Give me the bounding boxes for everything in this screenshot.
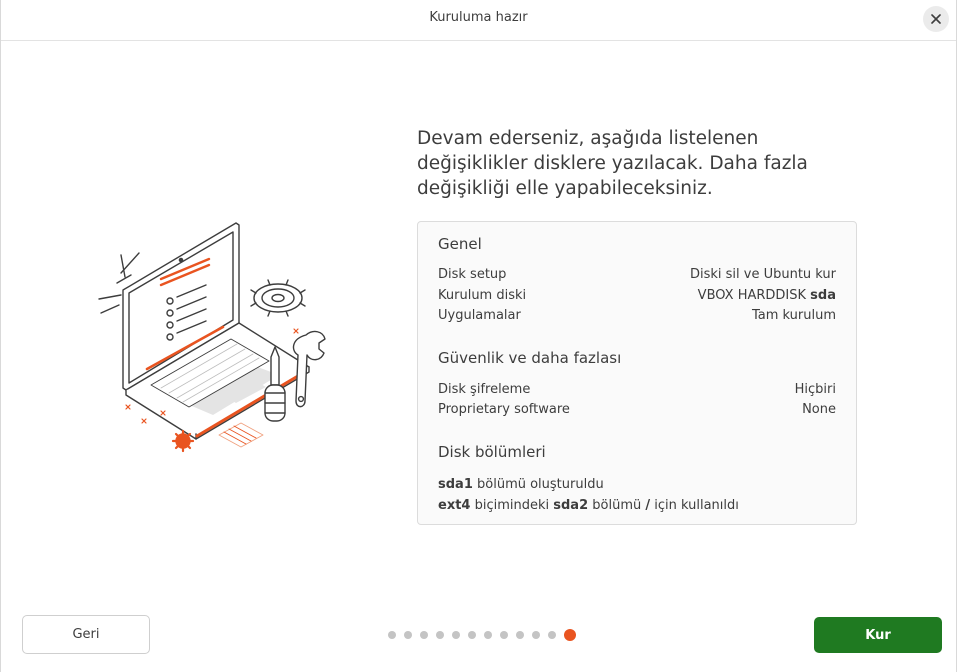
installation-summary: Genel Disk setup Diski sil ve Ubuntu kur… xyxy=(417,221,857,525)
step-dot xyxy=(388,631,396,639)
row-value: Hiçbiri xyxy=(794,382,836,397)
back-button[interactable]: Geri xyxy=(22,615,150,654)
summary-row-disk-encryption: Disk şifreleme Hiçbiri xyxy=(438,382,836,402)
header-bar: Kuruluma hazır xyxy=(1,0,956,41)
hatch-pad xyxy=(218,422,264,448)
close-icon xyxy=(931,14,941,24)
step-dot xyxy=(436,631,444,639)
partition-text: biçimindeki xyxy=(470,498,554,513)
step-dot xyxy=(484,631,492,639)
partition-line-1: sda1 bölümü oluşturuldu xyxy=(438,477,604,492)
step-dot xyxy=(548,631,556,639)
close-button[interactable] xyxy=(923,6,949,32)
disk-model: VBOX HARDDISK xyxy=(697,288,811,303)
partition-text: için kullanıldı xyxy=(650,498,739,513)
row-value: VBOX HARDDISK sda xyxy=(698,288,836,303)
row-label: Kurulum diski xyxy=(438,288,527,303)
step-dot xyxy=(516,631,524,639)
partition-name: sda2 xyxy=(553,498,589,513)
row-value: Tam kurulum xyxy=(751,308,836,323)
step-dot xyxy=(500,631,508,639)
step-dot xyxy=(532,631,540,639)
row-label: Disk setup xyxy=(438,267,507,282)
install-button[interactable]: Kur xyxy=(814,617,942,653)
step-dot xyxy=(404,631,412,639)
step-dot xyxy=(468,631,476,639)
disk-device: sda xyxy=(810,288,836,303)
step-dot-current xyxy=(564,629,576,641)
step-dot xyxy=(420,631,428,639)
small-gear xyxy=(171,429,195,453)
summary-row-applications: Uygulamalar Tam kurulum xyxy=(438,308,836,328)
step-dot xyxy=(452,631,460,639)
filesystem-type: ext4 xyxy=(438,498,471,513)
summary-row-disk-setup: Disk setup Diski sil ve Ubuntu kur xyxy=(438,267,836,287)
partition-line-2: ext4 biçimindeki sda2 bölümü / için kull… xyxy=(438,498,739,513)
laptop-tools-illustration xyxy=(98,222,326,453)
gear xyxy=(250,279,306,317)
row-label: Uygulamalar xyxy=(438,308,521,323)
row-value: None xyxy=(802,402,836,417)
section-title-partitions: Disk bölümleri xyxy=(438,443,546,461)
window-title: Kuruluma hazır xyxy=(429,10,528,25)
summary-row-proprietary-software: Proprietary software None xyxy=(438,402,836,422)
section-title-security: Güvenlik ve daha fazlası xyxy=(438,349,622,367)
row-label: Disk şifreleme xyxy=(438,382,531,397)
page-heading: Devam ederseniz, aşağıda listelenen deği… xyxy=(417,128,808,199)
summary-row-install-disk: Kurulum diski VBOX HARDDISK sda xyxy=(438,288,836,308)
partition-text: bölümü xyxy=(588,498,646,513)
partition-text: bölümü oluşturuldu xyxy=(472,477,604,492)
partition-name: sda1 xyxy=(438,477,473,492)
installer-window: Kuruluma hazır Devam ederseniz, aşağıda … xyxy=(0,0,957,672)
row-value: Diski sil ve Ubuntu kur xyxy=(689,267,836,282)
section-title-general: Genel xyxy=(438,235,482,253)
row-label: Proprietary software xyxy=(438,402,570,417)
